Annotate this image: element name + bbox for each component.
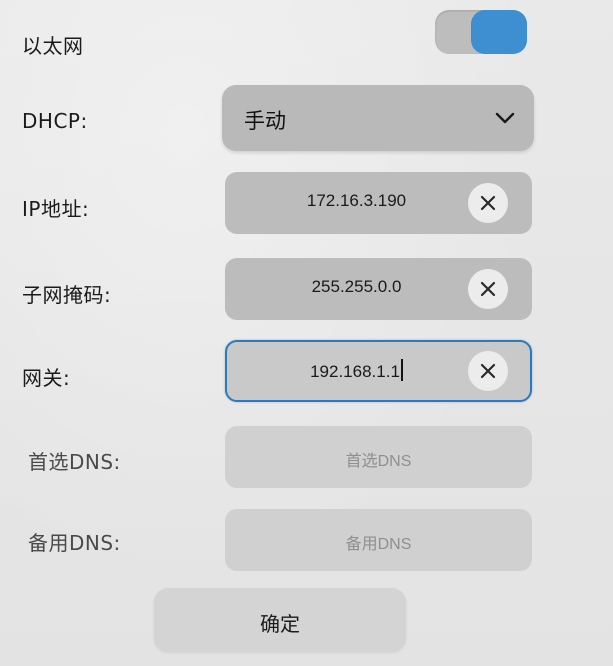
secondary-dns-input[interactable]: 备用DNS — [225, 509, 532, 571]
subnet-mask-label: 子网掩码: — [22, 283, 112, 307]
gateway-label: 网关: — [22, 366, 71, 390]
network-settings-panel: 以太网 DHCP: 手动 IP地址: 172.16.3.190 子网掩码: 25… — [0, 0, 613, 666]
secondary-dns-label: 备用DNS: — [28, 531, 121, 555]
ip-address-input[interactable]: 172.16.3.190 — [225, 172, 532, 234]
clear-icon — [480, 195, 496, 211]
gateway-value: 192.168.1.1 — [310, 362, 400, 381]
confirm-button-label: 确定 — [260, 612, 300, 636]
gateway-input[interactable]: 192.168.1.1 — [225, 340, 532, 402]
clear-icon — [480, 281, 496, 297]
primary-dns-label: 首选DNS: — [28, 450, 121, 474]
clear-ip-button[interactable] — [468, 183, 508, 223]
text-cursor — [400, 359, 403, 381]
ip-address-value: 172.16.3.190 — [306, 191, 407, 210]
toggle-knob — [471, 10, 527, 54]
clear-subnet-mask-button[interactable] — [468, 269, 508, 309]
secondary-dns-placeholder: 备用DNS — [345, 536, 412, 553]
confirm-button[interactable]: 确定 — [154, 588, 406, 652]
primary-dns-input[interactable]: 首选DNS — [225, 426, 532, 488]
gateway-value-wrap: 192.168.1.1 — [227, 359, 486, 382]
ip-label: IP地址: — [22, 197, 90, 221]
ethernet-label: 以太网 — [22, 34, 84, 58]
ethernet-toggle[interactable] — [435, 10, 527, 54]
clear-gateway-button[interactable] — [468, 351, 508, 391]
subnet-mask-value: 255.255.0.0 — [311, 277, 402, 296]
dhcp-mode-select[interactable]: 手动 — [222, 85, 534, 151]
primary-dns-placeholder: 首选DNS — [345, 453, 412, 470]
subnet-mask-input[interactable]: 255.255.0.0 — [225, 258, 532, 320]
clear-icon — [480, 363, 496, 379]
chevron-down-icon — [495, 112, 515, 124]
dhcp-label: DHCP: — [22, 109, 88, 133]
dhcp-mode-value: 手动 — [244, 109, 286, 133]
